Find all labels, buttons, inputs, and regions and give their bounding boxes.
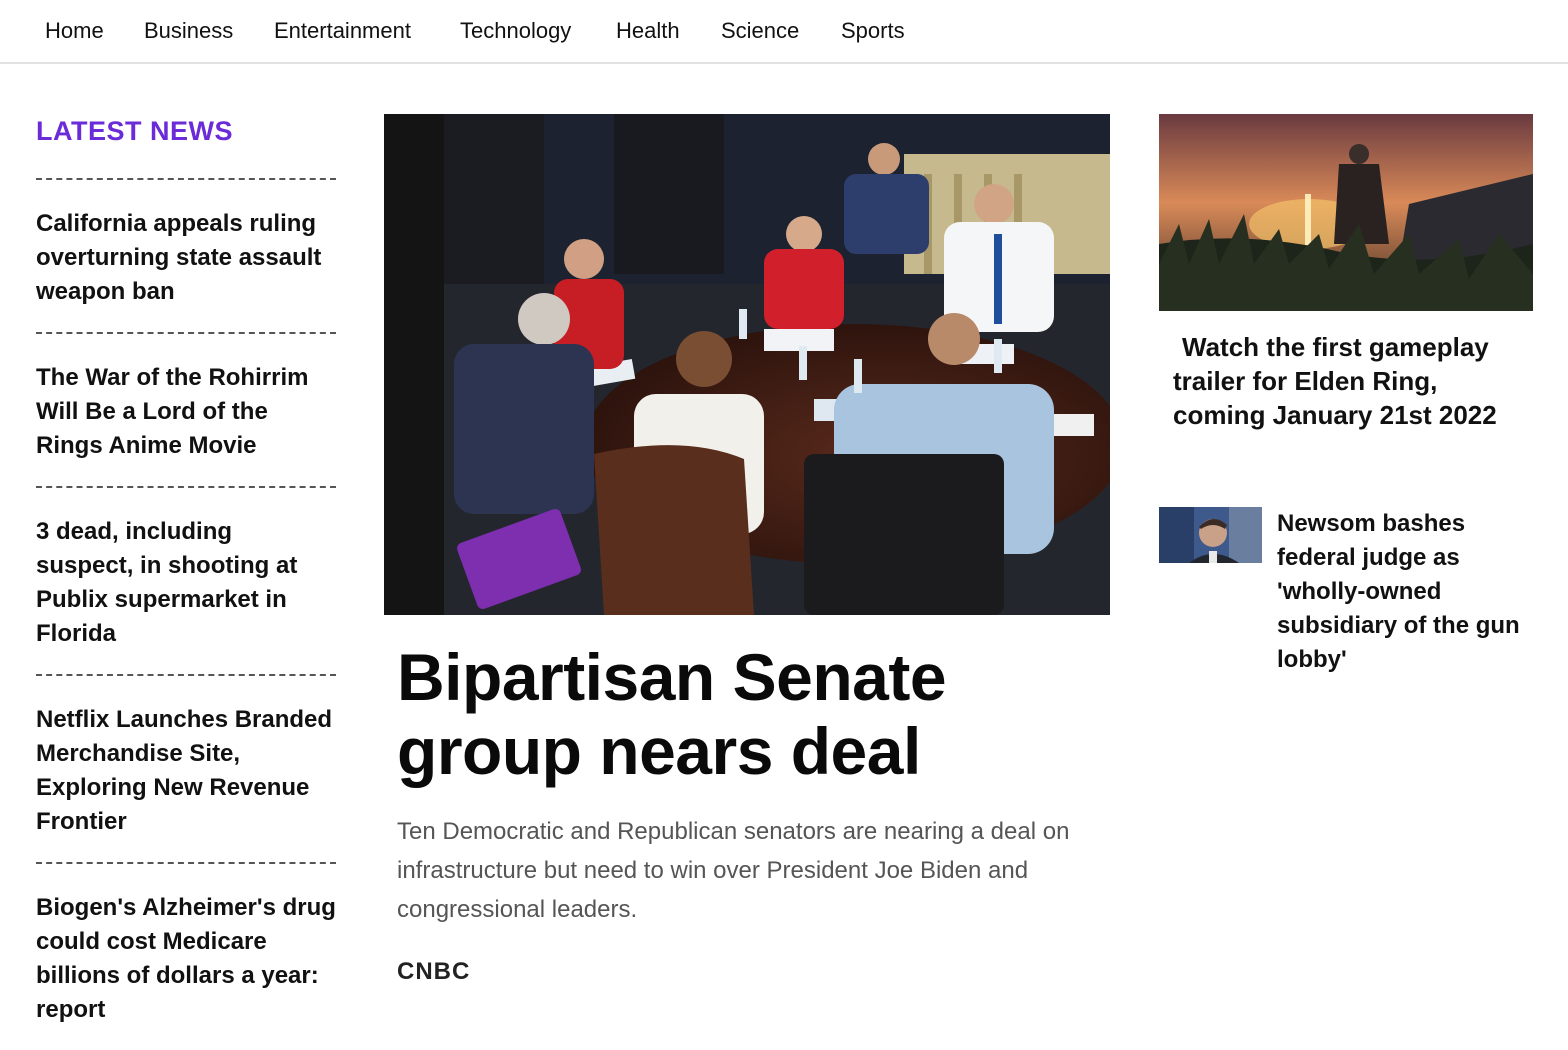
feature-headline[interactable]: Bipartisan Senate group nears deal bbox=[397, 640, 1097, 788]
nav-health[interactable]: Health bbox=[616, 18, 680, 44]
latest-news-item[interactable]: California appeals ruling overturning st… bbox=[36, 178, 336, 332]
feature-source: CNBC bbox=[397, 958, 471, 985]
nav-technology[interactable]: Technology bbox=[460, 18, 571, 44]
nav-science[interactable]: Science bbox=[721, 18, 799, 44]
latest-news-title: LATEST NEWS bbox=[36, 116, 233, 146]
nav-sports[interactable]: Sports bbox=[841, 18, 905, 44]
feature-photo bbox=[384, 114, 1110, 615]
latest-news-list: California appeals ruling overturning st… bbox=[36, 178, 336, 1050]
newsom-photo bbox=[1159, 507, 1262, 563]
nav-entertainment[interactable]: Entertainment bbox=[274, 18, 411, 44]
nav-business[interactable]: Business bbox=[144, 18, 233, 44]
game-scene-photo bbox=[1159, 114, 1533, 311]
elden-ring-headline[interactable]: Watch the first gameplay trailer for Eld… bbox=[1173, 330, 1533, 432]
nav-home[interactable]: Home bbox=[45, 18, 104, 44]
elden-ring-headline-text: Watch the first gameplay trailer for Eld… bbox=[1173, 332, 1497, 430]
top-nav: Home Business Entertainment Technology H… bbox=[0, 0, 1568, 64]
latest-news-item[interactable]: 3 dead, including suspect, in shooting a… bbox=[36, 486, 336, 674]
feature-image[interactable] bbox=[384, 114, 1110, 615]
feature-summary: Ten Democratic and Republican senators a… bbox=[397, 818, 1070, 923]
latest-news-item[interactable]: Biogen's Alzheimer's drug could cost Med… bbox=[36, 862, 336, 1050]
elden-ring-image[interactable] bbox=[1159, 114, 1533, 311]
newsom-thumbnail[interactable] bbox=[1159, 507, 1262, 563]
newsom-headline[interactable]: Newsom bashes federal judge as 'wholly-o… bbox=[1277, 507, 1537, 677]
latest-news-item[interactable]: Netflix Launches Branded Merchandise Sit… bbox=[36, 674, 336, 862]
latest-news-item[interactable]: The War of the Rohirrim Will Be a Lord o… bbox=[36, 332, 336, 486]
